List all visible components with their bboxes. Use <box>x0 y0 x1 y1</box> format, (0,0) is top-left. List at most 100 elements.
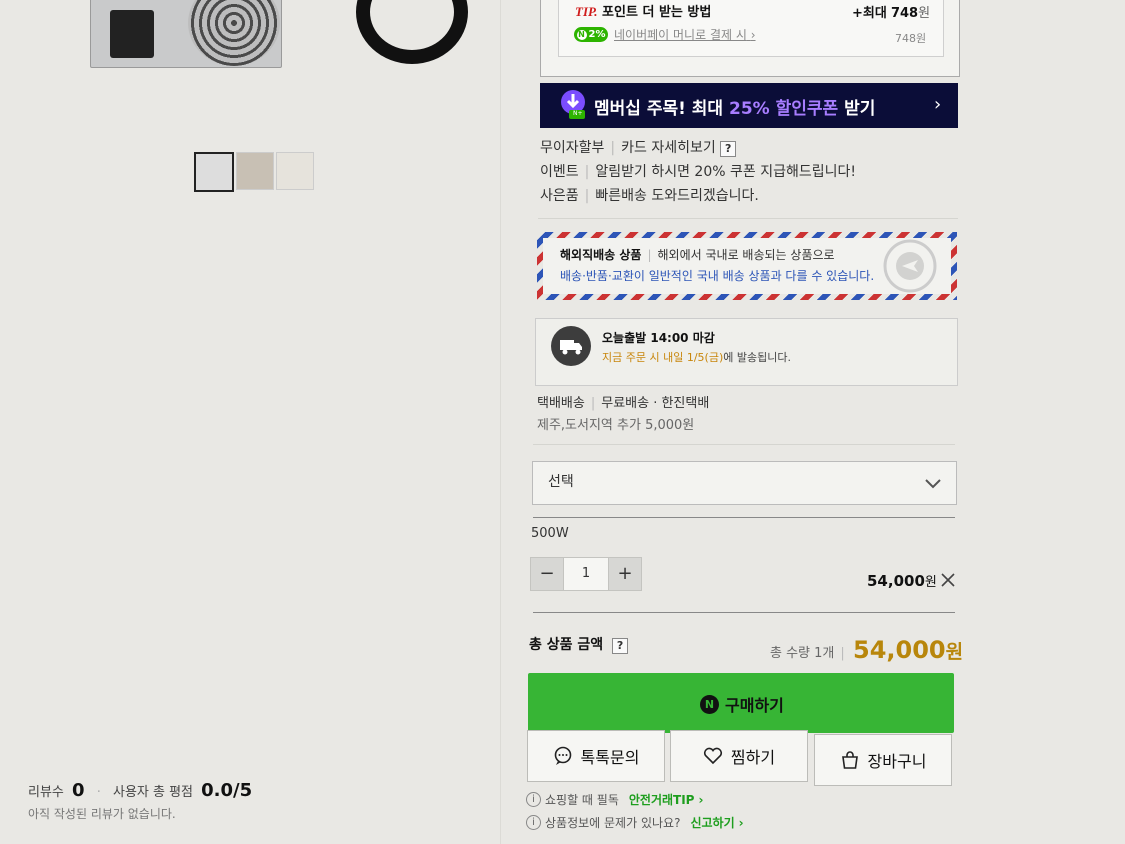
total-amount-value: 54,000 <box>853 636 946 664</box>
dispatch-date: 지금 주문 시 내일 1/5(금) <box>602 351 724 364</box>
remove-option-close-icon[interactable] <box>940 572 956 588</box>
banner-text-suffix: 받기 <box>844 99 876 119</box>
delivery-value: 무료배송 · 한진택배 <box>601 396 710 411</box>
buy-button-text: 구매하기 <box>725 696 784 715</box>
tip-title-text: 포인트 더 받는 방법 <box>602 5 712 20</box>
wish-button-text: 찜하기 <box>730 748 776 767</box>
talk-inquiry-button[interactable]: 톡톡문의 <box>527 730 665 782</box>
notice-1-text: 쇼핑할 때 필독 <box>545 793 619 807</box>
npay-badge: N 2% <box>574 27 608 42</box>
banner-chevron-icon: › <box>934 94 942 115</box>
thumbnail-1[interactable] <box>194 152 234 192</box>
thumbnail-2[interactable] <box>236 152 274 190</box>
dispatch-suffix: 에 발송됩니다. <box>723 351 791 364</box>
review-empty-text: 아직 작성된 리뷰가 없습니다. <box>28 807 176 821</box>
gift-text: 빠른배송 도와드리겠습니다. <box>595 188 759 204</box>
thumbnail-3[interactable] <box>276 152 314 190</box>
dispatch-title: 오늘출발 14:00 마감 <box>602 331 715 345</box>
overseas-desc-2: 배송·반품·교환이 일반적인 국내 배송 상품과 다를 수 있습니다. <box>560 269 875 283</box>
total-label: 총 상품 금액 <box>529 637 604 653</box>
cart-button[interactable]: 장바구니 <box>814 734 952 786</box>
column-divider <box>500 0 501 844</box>
rating-label: 사용자 총 평점 <box>112 785 194 800</box>
tip-max-value: 748 <box>890 6 919 21</box>
banner-text-prefix: 멤버십 주목! 최대 <box>594 99 724 119</box>
tip-title: TIP. 포인트 더 받는 방법 <box>575 1 711 20</box>
power-cable-graphic <box>356 0 468 64</box>
delivery-row: 택배배송 | 무료배송 · 한진택배 <box>537 396 710 411</box>
overseas-title: 해외직배송 상품 <box>560 248 642 262</box>
event-row: 이벤트 | 알림받기 하시면 20% 쿠폰 지급해드립니다! <box>540 164 856 180</box>
qty-increase-button[interactable]: + <box>608 557 642 591</box>
notice-2-text: 상품정보에 문제가 있나요? <box>545 816 681 830</box>
safe-trade-notice: i 쇼핑할 때 필독 안전거래TIP › <box>526 791 703 808</box>
selected-option-name: 500W <box>531 526 569 541</box>
banner-highlight: 25% 할인쿠폰 <box>729 99 839 119</box>
npay-value: 748원 <box>895 32 927 45</box>
qty-input[interactable]: 1 <box>564 557 608 591</box>
banner-text: 멤버십 주목! 최대 25% 할인쿠폰 받기 <box>594 94 875 119</box>
chat-bubble-icon <box>554 746 571 765</box>
delivery-label: 택배배송 <box>537 396 585 411</box>
review-count: 0 <box>72 780 85 801</box>
npay-badge-text: 2% <box>588 29 606 40</box>
power-socket-graphic <box>110 10 154 58</box>
report-notice: i 상품정보에 문제가 있나요? 신고하기 › <box>526 814 744 831</box>
overseas-desc-1: 해외에서 국내로 배송되는 상품으로 <box>657 248 835 262</box>
divider <box>538 218 958 219</box>
divider <box>533 612 955 613</box>
gift-label: 사은품 <box>540 188 579 204</box>
npay-n-icon: N <box>576 29 587 40</box>
option-select-value: 선택 <box>548 474 574 490</box>
review-count-label: 리뷰수 <box>28 785 64 800</box>
option-price-value: 54,000 <box>867 572 925 590</box>
option-select[interactable] <box>532 461 957 505</box>
chevron-right-icon: › <box>750 28 756 42</box>
tip-prefix: TIP. <box>575 4 598 19</box>
event-label: 이벤트 <box>540 164 579 180</box>
heart-icon <box>703 747 722 765</box>
tip-max-point: +최대 748원 <box>852 2 930 21</box>
option-price-unit: 원 <box>924 575 937 590</box>
rating-max: /5 <box>233 780 253 801</box>
safe-trade-tip-link[interactable]: 안전거래TIP <box>629 791 695 808</box>
chevron-right-icon: › <box>698 792 704 807</box>
delivery-truck-icon <box>551 326 591 366</box>
dispatch-desc: 지금 주문 시 내일 1/5(금)에 발송됩니다. <box>602 349 791 365</box>
info-icon: i <box>526 815 541 830</box>
buy-button-label: N 구매하기 <box>700 692 784 716</box>
qty-decrease-button[interactable]: − <box>530 557 564 591</box>
npay-link-text: 네이버페이 머니로 결제 시 <box>614 28 747 42</box>
divider <box>533 444 955 445</box>
info-icon: i <box>526 792 541 807</box>
total-qty: 총 수량 1개 | <box>770 646 845 661</box>
airplane-stamp-icon <box>883 239 937 293</box>
total-qty-text: 총 수량 1개 <box>770 646 835 661</box>
tip-max-label: +최대 <box>852 6 887 21</box>
wishlist-button[interactable]: 찜하기 <box>670 730 808 782</box>
divider <box>533 517 955 518</box>
chevron-right-icon: › <box>738 815 744 830</box>
report-link[interactable]: 신고하기 <box>690 814 734 831</box>
npay-link[interactable]: 네이버페이 머니로 결제 시 › <box>614 26 756 43</box>
delivery-extra: 제주,도서지역 추가 5,000원 <box>537 418 695 433</box>
talk-button-text: 톡톡문의 <box>580 748 640 767</box>
option-price: 54,000원 <box>867 571 937 590</box>
cart-button-text: 장바구니 <box>867 752 927 771</box>
shopping-bag-icon <box>841 751 858 769</box>
total-amount-unit: 원 <box>945 641 964 663</box>
overseas-line-1: 해외직배송 상품 | 해외에서 국내로 배송되는 상품으로 <box>560 248 835 262</box>
naver-n-icon: N <box>700 694 719 714</box>
rating-value: 0.0 <box>201 780 234 801</box>
installment-row: 무이자할부 | 카드 자세히보기 ? <box>540 137 737 157</box>
review-summary: 리뷰수 0 · 사용자 총 평점 0.0/5 <box>28 780 253 801</box>
help-icon[interactable]: ? <box>720 141 737 157</box>
total-amount: 54,000원 <box>853 636 963 664</box>
installment-label: 무이자할부 <box>540 140 605 156</box>
banner-icon-badge: N+ <box>573 110 583 117</box>
help-icon[interactable]: ? <box>612 638 629 654</box>
gift-row: 사은품 | 빠른배송 도와드리겠습니다. <box>540 188 759 204</box>
tip-max-unit: 원 <box>918 6 931 21</box>
total-label-row: 총 상품 금액 ? <box>529 634 629 654</box>
card-detail-link[interactable]: 카드 자세히보기 <box>621 140 716 156</box>
